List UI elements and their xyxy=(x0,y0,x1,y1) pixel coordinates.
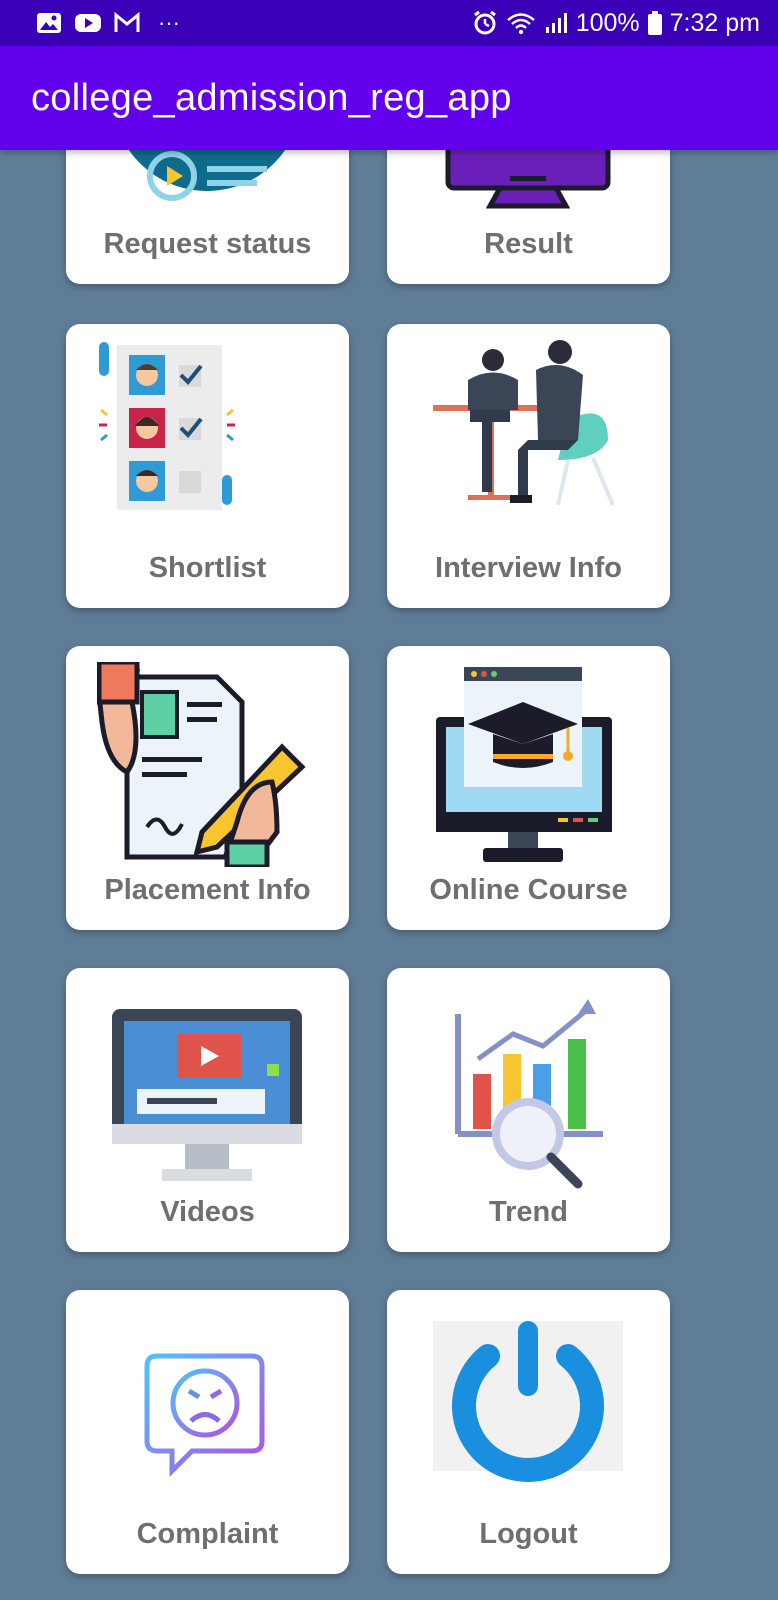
result-label: Result xyxy=(484,228,573,260)
monitor-result-icon xyxy=(445,150,611,209)
shortlist-card[interactable]: Shortlist xyxy=(66,324,349,608)
logout-card[interactable]: Logout xyxy=(387,1290,670,1574)
trend-label: Trend xyxy=(489,1196,568,1228)
app-title: college_admission_reg_app xyxy=(31,76,512,119)
interview-icon xyxy=(433,340,615,506)
battery-percent: 100% xyxy=(575,8,640,37)
alarm-icon xyxy=(473,10,496,35)
shortlist-icon xyxy=(99,342,235,510)
graduation-cap-monitor-icon xyxy=(436,667,612,862)
power-icon xyxy=(433,1321,623,1482)
clock-time: 7:32 pm xyxy=(669,8,760,37)
video-monitor-icon xyxy=(112,1009,302,1181)
youtube-icon xyxy=(75,14,101,32)
interview-info-label: Interview Info xyxy=(435,552,622,584)
logout-label: Logout xyxy=(479,1518,578,1550)
gmail-icon xyxy=(114,12,140,32)
online-course-label: Online Course xyxy=(429,874,628,906)
battery-icon xyxy=(647,11,662,35)
shortlist-label: Shortlist xyxy=(148,552,267,584)
complaint-label: Complaint xyxy=(136,1518,279,1550)
status-bar: ··· 100% 7:32 pm xyxy=(0,0,778,46)
placement-info-label: Placement Info xyxy=(104,874,311,906)
trend-card[interactable]: Trend xyxy=(387,968,670,1252)
request-status-icon xyxy=(128,150,286,201)
online-course-card[interactable]: Online Course xyxy=(387,646,670,930)
result-card[interactable]: Result xyxy=(387,150,670,284)
interview-info-card[interactable]: Interview Info xyxy=(387,324,670,608)
placement-document-icon xyxy=(97,662,306,867)
request-status-card[interactable]: Request status xyxy=(66,150,349,284)
request-status-label: Request status xyxy=(103,228,312,260)
complaint-face-icon xyxy=(144,1353,265,1478)
complaint-card[interactable]: Complaint xyxy=(66,1290,349,1574)
videos-label: Videos xyxy=(160,1196,255,1228)
placement-info-card[interactable]: Placement Info xyxy=(66,646,349,930)
signal-icon xyxy=(545,13,567,33)
gallery-icon xyxy=(37,13,61,33)
app-bar: college_admission_reg_app xyxy=(0,46,778,150)
menu-grid[interactable]: Request status Result Shortlist Intervie… xyxy=(0,150,778,1600)
overflow-notifications: ··· xyxy=(158,10,180,35)
wifi-icon xyxy=(506,13,535,35)
trend-chart-icon xyxy=(455,999,603,1189)
videos-card[interactable]: Videos xyxy=(66,968,349,1252)
